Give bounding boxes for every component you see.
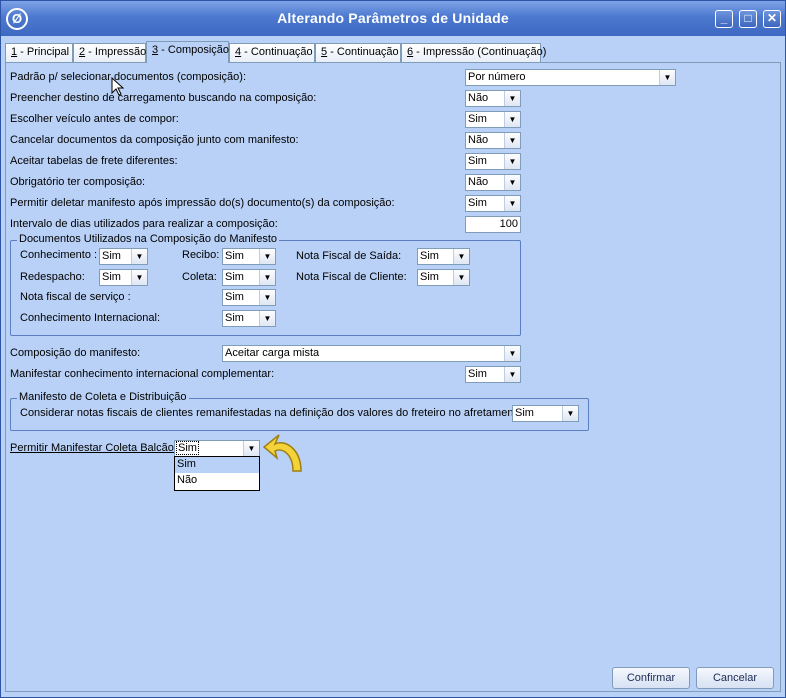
chevron-down-icon[interactable]: ▼ [259, 249, 275, 264]
chevron-down-icon[interactable]: ▼ [562, 406, 578, 421]
mouse-cursor-icon [111, 77, 125, 96]
chevron-down-icon[interactable]: ▼ [504, 133, 520, 148]
recibo-select[interactable]: Sim ▼ [222, 248, 276, 265]
aceitar-tabelas-select[interactable]: Sim ▼ [465, 153, 521, 170]
preencher-destino-select[interactable]: Não ▼ [465, 90, 521, 107]
tab-continuacao-4[interactable]: 4 - Continuação [229, 43, 315, 62]
setting-label-escolher-veiculo: Escolher veículo antes de compor: [10, 113, 179, 125]
composicao-value: Aceitar carga mista [225, 347, 320, 359]
chevron-down-icon[interactable]: ▼ [131, 270, 147, 285]
conhecimento-label: Conhecimento : [20, 249, 98, 261]
chevron-down-icon[interactable]: ▼ [504, 196, 520, 211]
chevron-down-icon[interactable]: ▼ [504, 91, 520, 106]
maximize-button[interactable]: □ [739, 10, 757, 28]
chevron-down-icon[interactable]: ▼ [259, 270, 275, 285]
setting-label-intervalo-dias: Intervalo de dias utilizados para realiz… [10, 218, 278, 230]
manifestar-complementar-select[interactable]: Sim ▼ [465, 366, 521, 383]
documentos-group-title: Documentos Utilizados na Composição do M… [17, 233, 280, 245]
composicao-select[interactable]: Aceitar carga mista ▼ [222, 345, 521, 362]
tab-principal[interactable]: 1 - Principal [5, 43, 73, 62]
redespacho-value: Sim [102, 271, 121, 283]
curved-arrow-icon [262, 434, 302, 472]
escolher-veiculo-select[interactable]: Sim ▼ [465, 111, 521, 128]
conh-internacional-select[interactable]: Sim ▼ [222, 310, 276, 327]
tab-impressao-continuacao[interactable]: 6 - Impressão (Continuação) [401, 43, 546, 62]
chevron-down-icon[interactable]: ▼ [131, 249, 147, 264]
setting-label-preencher-destino: Preencher destino de carregamento buscan… [10, 92, 317, 104]
balcao-value: Sim [176, 441, 199, 455]
intervalo-dias-input[interactable]: 100 [465, 216, 521, 233]
setting-label-cancelar-documentos: Cancelar documentos da composição junto … [10, 134, 299, 146]
nf-cliente-label: Nota Fiscal de Cliente: [296, 271, 407, 283]
redespacho-select[interactable]: Sim ▼ [99, 269, 148, 286]
setting-label-permitir-deletar: Permitir deletar manifesto após impressã… [10, 197, 395, 209]
chevron-down-icon[interactable]: ▼ [453, 249, 469, 264]
permitir-deletar-value: Sim [468, 197, 487, 209]
window-title: Alterando Parâmetros de Unidade [277, 10, 509, 26]
cancelar-documentos-select[interactable]: Não ▼ [465, 132, 521, 149]
preencher-destino-value: Não [468, 92, 489, 104]
dropdown-option-nao[interactable]: Não [175, 473, 259, 489]
recibo-value: Sim [225, 250, 244, 262]
recibo-label: Recibo: [182, 249, 220, 261]
nf-servico-label: Nota fiscal de serviço : [20, 291, 131, 303]
nf-cliente-select[interactable]: Sim ▼ [417, 269, 470, 286]
manifestar-complementar-label: Manifestar conhecimento internacional co… [10, 368, 275, 380]
balcao-dropdown-list: Sim Não [174, 456, 260, 491]
dialog-window: Ø Alterando Parâmetros de Unidade _ □ ✕ … [0, 0, 786, 698]
nf-servico-select[interactable]: Sim ▼ [222, 289, 276, 306]
chevron-down-icon[interactable]: ▼ [504, 154, 520, 169]
chevron-down-icon[interactable]: ▼ [504, 346, 520, 361]
considerar-notas-value: Sim [515, 407, 534, 419]
composicao-label: Composição do manifesto: [10, 347, 141, 359]
coleta-select[interactable]: Sim ▼ [222, 269, 276, 286]
confirm-button[interactable]: Confirmar [612, 667, 690, 689]
cancelar-documentos-value: Não [468, 134, 489, 146]
tab-composicao[interactable]: 3 - Composição [146, 41, 229, 63]
cancel-button[interactable]: Cancelar [696, 667, 774, 689]
nf-saida-select[interactable]: Sim ▼ [417, 248, 470, 265]
chevron-down-icon[interactable]: ▼ [504, 367, 520, 382]
title-bar[interactable]: Ø Alterando Parâmetros de Unidade _ □ ✕ [1, 1, 785, 36]
nf-saida-label: Nota Fiscal de Saída: [296, 250, 402, 262]
conh-internacional-value: Sim [225, 312, 244, 324]
chevron-down-icon[interactable]: ▼ [243, 441, 259, 456]
considerar-notas-label: Considerar notas fiscais de clientes rem… [20, 407, 526, 419]
coleta-value: Sim [225, 271, 244, 283]
aceitar-tabelas-value: Sim [468, 155, 487, 167]
escolher-veiculo-value: Sim [468, 113, 487, 125]
permitir-deletar-select[interactable]: Sim ▼ [465, 195, 521, 212]
chevron-down-icon[interactable]: ▼ [259, 311, 275, 326]
setting-label-padrao: Padrão p/ selecionar documentos (composi… [10, 71, 247, 83]
obrigatorio-composicao-value: Não [468, 176, 489, 188]
redespacho-label: Redespacho: [20, 271, 85, 283]
tab-impressao[interactable]: 2 - Impressão [73, 43, 146, 62]
obrigatorio-composicao-select[interactable]: Não ▼ [465, 174, 521, 191]
chevron-down-icon[interactable]: ▼ [453, 270, 469, 285]
considerar-notas-select[interactable]: Sim ▼ [512, 405, 579, 422]
balcao-select[interactable]: Sim ▼ [174, 440, 260, 457]
nf-servico-value: Sim [225, 291, 244, 303]
chevron-down-icon[interactable]: ▼ [259, 290, 275, 305]
setting-label-obrigatorio-composicao: Obrigatório ter composição: [10, 176, 146, 188]
chevron-down-icon[interactable]: ▼ [504, 175, 520, 190]
chevron-down-icon[interactable]: ▼ [504, 112, 520, 127]
coleta-label: Coleta: [182, 271, 217, 283]
close-button[interactable]: ✕ [763, 10, 781, 28]
setting-label-aceitar-tabelas: Aceitar tabelas de frete diferentes: [10, 155, 178, 167]
conhecimento-value: Sim [102, 250, 121, 262]
chevron-down-icon[interactable]: ▼ [659, 70, 675, 85]
padrao-select[interactable]: Por número ▼ [465, 69, 676, 86]
tab-continuacao-5[interactable]: 5 - Continuação [315, 43, 401, 62]
conh-internacional-label: Conhecimento Internacional: [20, 312, 161, 324]
padrao-value: Por número [468, 71, 526, 83]
coleta-group-title: Manifesto de Coleta e Distribuição [17, 391, 189, 403]
dropdown-option-sim[interactable]: Sim [175, 457, 259, 473]
minimize-button[interactable]: _ [715, 10, 733, 28]
balcao-label: Permitir Manifestar Coleta Balcão : [10, 442, 180, 454]
nf-cliente-value: Sim [420, 271, 439, 283]
manifestar-complementar-value: Sim [468, 368, 487, 380]
nf-saida-value: Sim [420, 250, 439, 262]
conhecimento-select[interactable]: Sim ▼ [99, 248, 148, 265]
